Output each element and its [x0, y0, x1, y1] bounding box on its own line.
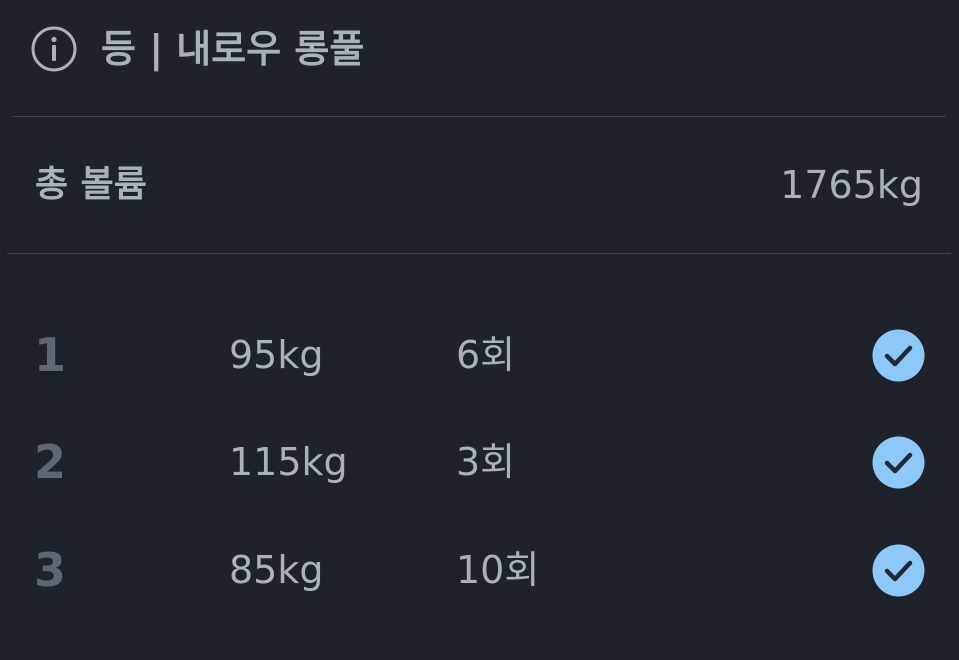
set-row: 2 115kg 3회 — [0, 412, 959, 512]
info-icon[interactable] — [31, 26, 77, 72]
set-weight: 115kg — [229, 440, 348, 484]
total-volume-value: 1765kg — [780, 163, 923, 207]
set-reps: 10회 — [456, 548, 540, 592]
exercise-header: 등 | 내로우 롱풀 — [0, 0, 959, 100]
set-reps: 3회 — [456, 440, 516, 484]
set-row: 1 95kg 6회 — [0, 305, 959, 405]
total-volume-label: 총 볼륨 — [35, 164, 147, 205]
check-icon[interactable] — [872, 544, 925, 597]
set-number: 3 — [34, 543, 67, 597]
summary-divider — [7, 253, 951, 254]
set-weight: 85kg — [229, 548, 324, 592]
check-icon[interactable] — [872, 436, 925, 489]
set-row: 3 85kg 10회 — [0, 520, 959, 620]
total-volume-row: 총 볼륨 1765kg — [0, 117, 959, 253]
exercise-title: 등 | 내로우 롱풀 — [101, 27, 365, 71]
set-weight: 95kg — [229, 333, 324, 377]
set-reps: 6회 — [456, 333, 516, 377]
check-icon[interactable] — [872, 329, 925, 382]
set-number: 1 — [34, 328, 67, 382]
set-number: 2 — [34, 435, 67, 489]
